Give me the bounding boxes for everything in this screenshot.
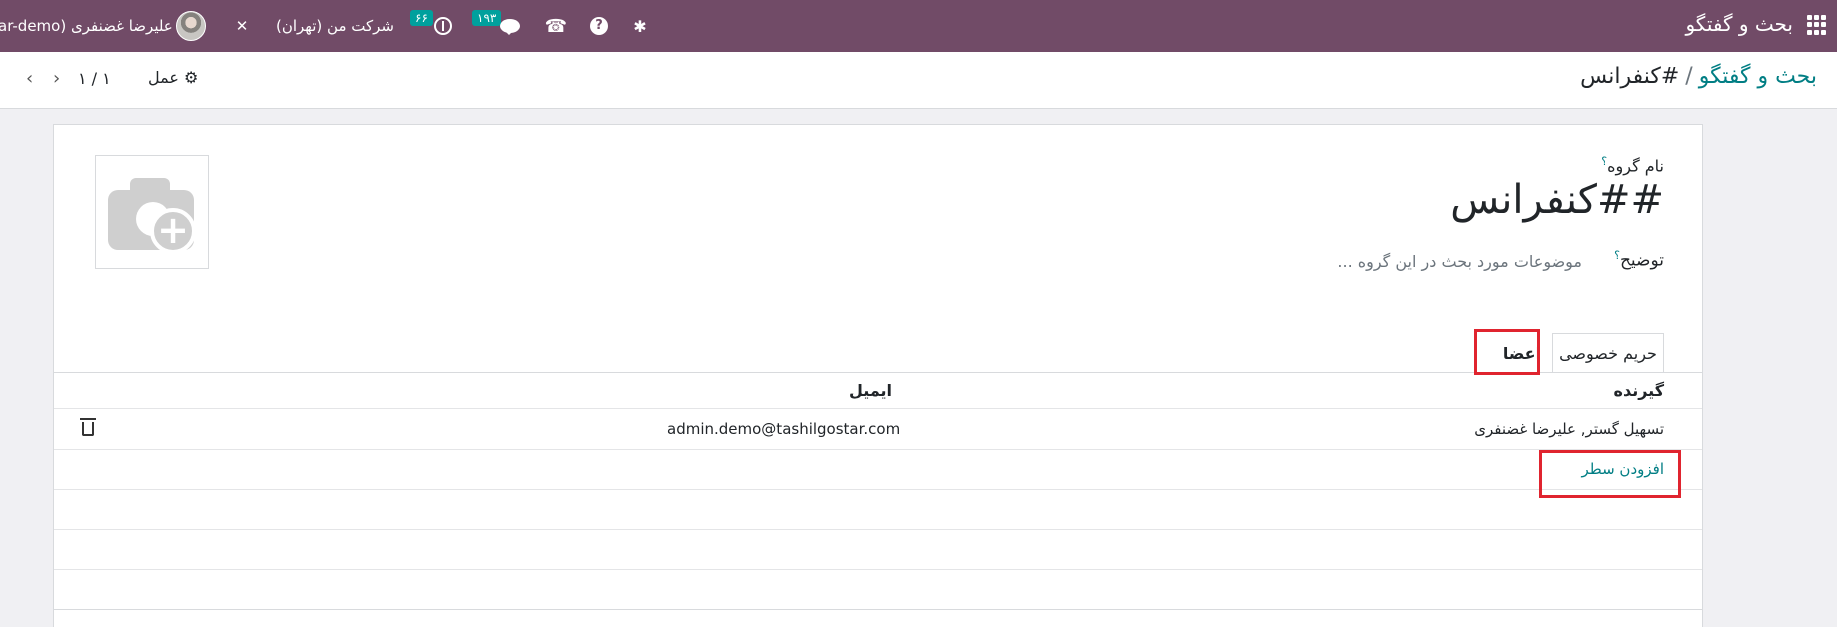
table-row-empty [54, 570, 1702, 610]
user-menu-name[interactable]: علیرضا غضنفری (ar-demo [0, 0, 173, 52]
company-switcher[interactable]: شرکت من (تهران) [276, 0, 394, 52]
message-count-badge: ۱۹۳ [472, 10, 502, 26]
activity-count-badge: ۶۶ [410, 10, 433, 26]
systray: علیرضا غضنفری (ar-demo ✕ شرکت من (تهران)… [0, 0, 700, 52]
breadcrumb-current: #کنفرانس [1580, 64, 1680, 89]
pager-value[interactable]: ۱ / ۱ [78, 69, 111, 88]
phone-icon[interactable]: ☎ [545, 0, 567, 52]
control-panel: بحث و گفتگو/#کنفرانس ⚙ عمل ۱ / ۱ › ‹ [0, 52, 1837, 109]
description-label: توضیح؟ [1614, 249, 1664, 271]
apps-grid-icon[interactable] [1807, 15, 1827, 35]
trash-icon[interactable] [80, 418, 96, 436]
group-image-upload[interactable]: + [95, 155, 209, 269]
chat-icon[interactable] [500, 19, 520, 35]
tools-icon[interactable]: ✕ [230, 0, 254, 52]
avatar[interactable] [176, 11, 206, 41]
bug-icon[interactable]: ✱ [630, 0, 650, 52]
action-button[interactable]: ⚙ عمل [148, 68, 198, 92]
table-row-empty [54, 490, 1702, 530]
description-input[interactable]: موضوعات مورد بحث در این گروه ... [1337, 252, 1582, 271]
table-row-empty [54, 530, 1702, 570]
plus-circle-icon: + [150, 208, 196, 254]
chevron-left-icon[interactable]: ‹ [26, 70, 33, 88]
cell-recipient[interactable]: تسهیل گستر, علیرضا غضنفری [1474, 420, 1664, 438]
cell-email[interactable]: admin.demo@tashilgostar.com [667, 420, 900, 438]
app-title[interactable]: بحث و گفتگو [1685, 12, 1793, 36]
group-name-label: نام گروه؟ [1601, 155, 1664, 176]
table-row[interactable]: تسهیل گستر, علیرضا غضنفری admin.demo@tas… [54, 410, 1702, 450]
table-header: گیرنده ایمیل [54, 373, 1702, 409]
tab-privacy[interactable]: حریم خصوصی [1552, 333, 1664, 373]
help-icon[interactable]: ? [590, 17, 608, 35]
action-label: عمل [148, 68, 179, 87]
top-navbar: بحث و گفتگو علیرضا غضنفری (ar-demo ✕ شرک… [0, 0, 1837, 52]
breadcrumb-separator: / [1685, 64, 1693, 89]
group-name-field[interactable]: ##کنفرانس [1450, 177, 1664, 223]
chevron-right-icon[interactable]: › [53, 70, 60, 88]
breadcrumb: بحث و گفتگو/#کنفرانس [1580, 64, 1817, 89]
form-sheet: + نام گروه؟ ##کنفرانس توضیح؟ موضوعات مور… [53, 124, 1703, 627]
activity-clock-icon[interactable] [434, 17, 452, 35]
breadcrumb-parent-link[interactable]: بحث و گفتگو [1699, 64, 1817, 89]
column-header-recipient[interactable]: گیرنده [1614, 381, 1664, 400]
column-header-email[interactable]: ایمیل [849, 381, 892, 400]
highlight-members-tab [1474, 329, 1540, 375]
highlight-add-line [1539, 450, 1681, 498]
table-row-add: افزودن سطر [54, 450, 1702, 490]
gear-icon: ⚙ [184, 68, 199, 87]
